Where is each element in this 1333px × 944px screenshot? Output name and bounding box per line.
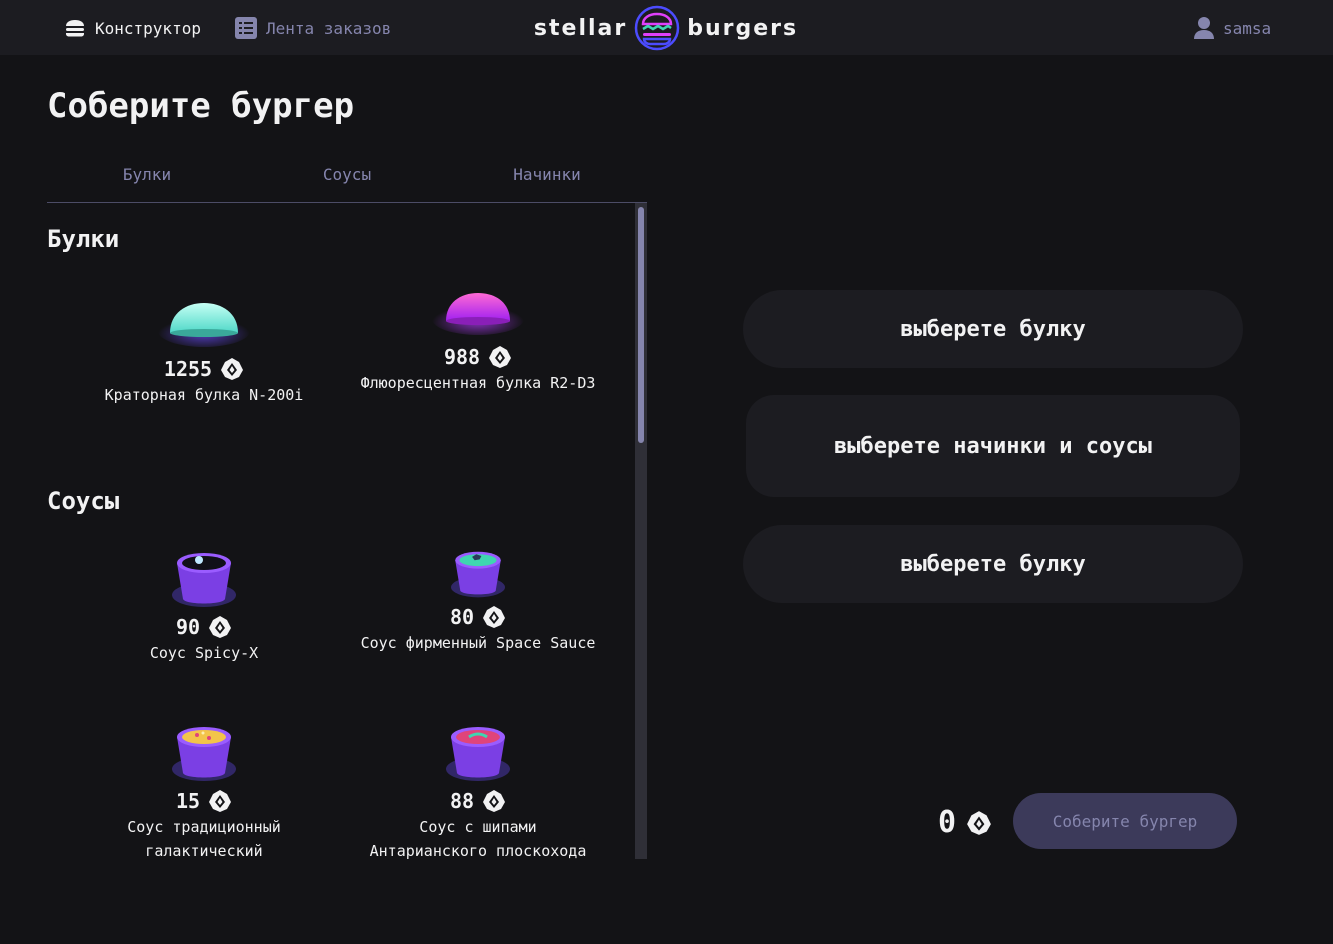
sauce-galactic-image <box>172 727 236 781</box>
price-row: 15 <box>74 789 334 813</box>
logo-text-left: stellar <box>533 15 628 41</box>
ingredient-name: Соус с шипами Антарианского плоскохода <box>369 818 587 859</box>
currency-icon <box>489 346 512 368</box>
ingredient-card[interactable]: 15 Соус традиционный галактический <box>74 719 334 859</box>
tab-sauces[interactable]: Соусы <box>247 150 447 202</box>
order-button[interactable]: Соберите бургер <box>1013 793 1237 849</box>
bun-top-placeholder[interactable]: выберете булку <box>743 290 1243 368</box>
ingredient-card[interactable]: 90 Соус Spicy-X <box>74 545 334 665</box>
app-header: Конструктор Лента заказов stellar burger… <box>0 0 1333 55</box>
section-title-sauces: Соусы <box>47 487 120 515</box>
fillings-placeholder[interactable]: выберете начинки и соусы <box>746 395 1240 497</box>
ingredient-name: Соус Spicy-X <box>149 644 259 662</box>
ingredient-name: Краторная булка N-200i <box>104 386 304 404</box>
ingredient-tabs: Булки Соусы Начинки <box>47 150 647 203</box>
list-icon <box>235 17 257 39</box>
price: 1255 <box>163 357 213 381</box>
bun-bottom-placeholder[interactable]: выберете булку <box>743 525 1243 603</box>
total-price: 0 <box>938 805 992 840</box>
section-title-buns: Булки <box>47 225 120 253</box>
ingredient-card[interactable]: 1255 Краторная булка N-200i <box>74 291 334 407</box>
currency-icon <box>483 790 506 812</box>
crater-bun-image <box>158 303 250 347</box>
logo-burger-icon <box>634 5 680 51</box>
ingredient-name: Соус традиционный галактический <box>127 818 281 859</box>
price: 88 <box>449 789 475 813</box>
currency-icon <box>209 790 232 812</box>
ingredient-card[interactable]: 80 Соус фирменный Space Sauce <box>348 545 608 655</box>
price: 988 <box>443 345 481 369</box>
total-price-value: 0 <box>938 805 957 840</box>
sauce-space-image <box>451 551 505 598</box>
currency-icon <box>967 810 991 835</box>
price-row: 988 <box>348 345 608 369</box>
nav-feed-label: Лента заказов <box>266 18 392 38</box>
tab-buns[interactable]: Булки <box>47 150 247 202</box>
sauce-antarian-image <box>446 727 510 781</box>
burger-icon <box>66 20 84 37</box>
nav-constructor-label: Конструктор <box>95 18 201 38</box>
nav-profile[interactable]: samsa <box>1193 14 1271 42</box>
profile-icon <box>1194 17 1214 39</box>
logo-text-right: burgers <box>687 15 799 41</box>
profile-label: samsa <box>1223 18 1272 38</box>
currency-icon <box>209 616 232 638</box>
currency-icon <box>483 606 506 628</box>
price-row: 88 <box>348 789 608 813</box>
price: 15 <box>175 789 201 813</box>
sauce-spicy-x-image <box>172 553 236 607</box>
ingredient-card[interactable]: 88 Соус с шипами Антарианского плоскоход… <box>348 719 608 859</box>
price-row: 1255 <box>74 357 334 381</box>
price: 90 <box>175 615 201 639</box>
ingredient-name: Флюоресцентная булка R2-D3 <box>360 374 596 392</box>
bun-top-placeholder-text: выберете булку <box>900 316 1086 342</box>
ingredient-card[interactable]: 988 Флюоресцентная булка R2-D3 <box>348 279 608 395</box>
currency-icon <box>221 358 244 380</box>
price-row: 90 <box>74 615 334 639</box>
price: 80 <box>449 605 475 629</box>
fillings-placeholder-text: выберете начинки и соусы <box>834 433 1152 459</box>
price-row: 80 <box>348 605 608 629</box>
logo[interactable]: stellar burgers <box>520 4 812 52</box>
nav-constructor[interactable]: Конструктор <box>63 14 201 42</box>
page-title: Соберите бургер <box>47 86 355 126</box>
tab-fillings[interactable]: Начинки <box>447 150 647 202</box>
ingredient-name: Соус фирменный Space Sauce <box>360 634 596 652</box>
fluorescent-bun-image <box>432 293 524 335</box>
nav-order-feed[interactable]: Лента заказов <box>234 14 391 42</box>
ingredients-list: Булки 1255 Краторная булка N-200i 988 Фл… <box>47 203 647 859</box>
scrollbar-thumb[interactable] <box>638 207 644 443</box>
bun-bottom-placeholder-text: выберете булку <box>900 551 1086 577</box>
